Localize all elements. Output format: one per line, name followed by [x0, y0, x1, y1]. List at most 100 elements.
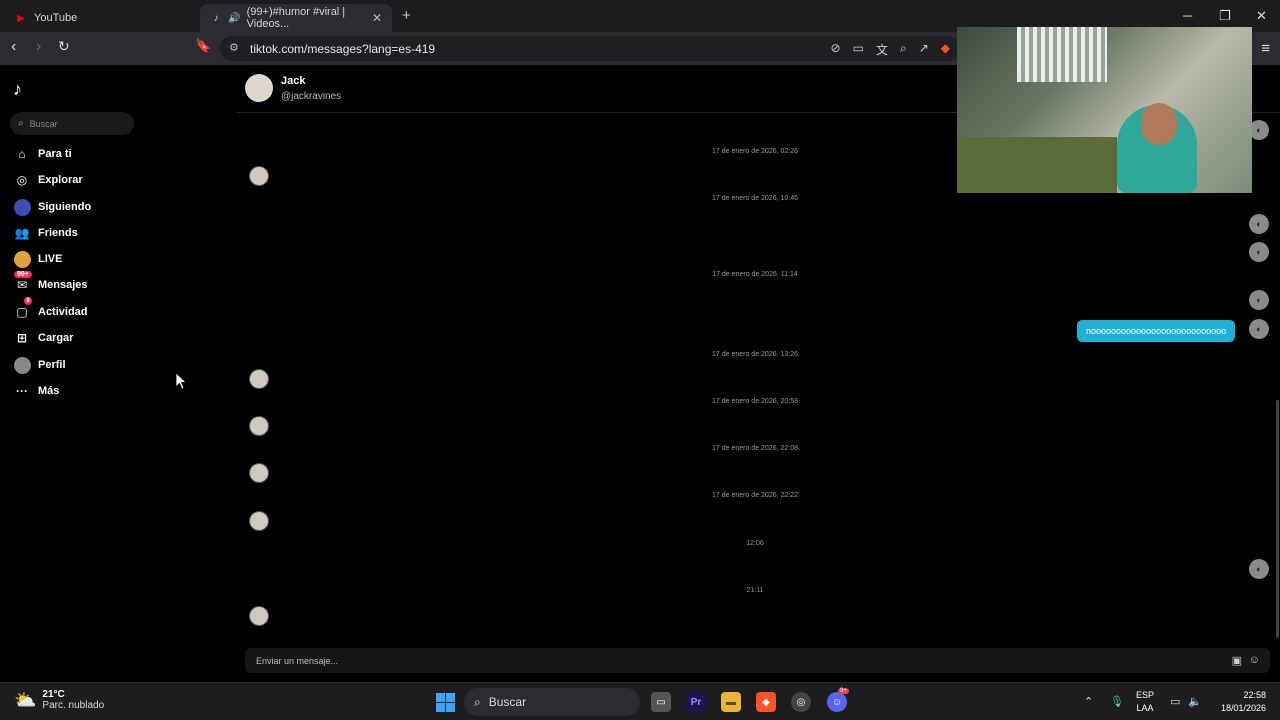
- tiktok-sidebar: ♪ ⌕ Buscar ⌂ Para ti ◎ Explorar Siguiend…: [0, 65, 236, 682]
- language-primary: ESP: [1136, 690, 1155, 700]
- own-message-avatar[interactable]: ◐: [1249, 319, 1269, 339]
- tiktok-icon: ♪: [213, 12, 219, 24]
- cast-icon[interactable]: ▭: [853, 41, 864, 58]
- sidebar-item-perfil[interactable]: Perfil: [12, 355, 66, 375]
- sidebar-item-actividad[interactable]: ▢ 9 Actividad: [12, 297, 88, 322]
- message-timestamp: 21:11: [746, 587, 764, 594]
- new-tab-icon[interactable]: +: [402, 7, 411, 24]
- zoom-icon[interactable]: ⌕: [900, 41, 907, 58]
- own-message-avatar[interactable]: ◐: [1249, 214, 1269, 234]
- contact-avatar[interactable]: [245, 74, 273, 102]
- message-timestamp: 17 de enero de 2026, 20:58: [711, 398, 799, 405]
- share-icon[interactable]: ↗: [919, 41, 929, 58]
- minimize-icon[interactable]: ─: [1183, 8, 1192, 23]
- messages-badge: 99+: [14, 271, 32, 278]
- own-message-avatar[interactable]: ◐: [1249, 290, 1269, 310]
- sidebar-item-mas[interactable]: ··· Más: [12, 381, 59, 401]
- weather-widget[interactable]: ⛅ 21°C Parc. nublado: [14, 689, 104, 711]
- network-icon[interactable]: ▭: [1170, 695, 1180, 708]
- sidebar-item-cargar[interactable]: ⊞ Cargar: [12, 328, 74, 348]
- clock-date: 18/01/2026: [1220, 703, 1266, 713]
- file-explorer-icon[interactable]: ▬: [721, 692, 741, 712]
- back-icon[interactable]: ‹: [11, 38, 16, 56]
- weather-condition: Parc. nublado: [42, 700, 105, 711]
- cloud-sun-icon: ⛅: [14, 689, 37, 710]
- sent-message-bubble[interactable]: nooooooooooooooooooooooooooo: [1077, 320, 1236, 342]
- taskbar-search-label: Buscar: [488, 695, 527, 709]
- menu-icon[interactable]: ≡: [1261, 40, 1270, 57]
- sidebar-item-label: Mensajes: [38, 279, 88, 291]
- window-close-icon[interactable]: ✕: [1256, 8, 1267, 24]
- contact-message-avatar[interactable]: [249, 511, 269, 531]
- sidebar-item-label: Siguiendo: [38, 201, 92, 213]
- volume-icon[interactable]: 🔈: [1188, 695, 1202, 708]
- sidebar-item-live[interactable]: LIVE: [12, 249, 62, 269]
- weather-temp: 21°C: [42, 689, 65, 700]
- tab-label: (99+)#humor #viral | Videos...: [246, 6, 346, 30]
- maximize-icon[interactable]: ❐: [1219, 8, 1231, 24]
- own-message-avatar[interactable]: ◐: [1249, 559, 1269, 579]
- tab-tiktok[interactable]: ♪ 🔊 (99+)#humor #viral | Videos... ✕: [200, 4, 392, 32]
- tray-expand-icon[interactable]: ⌃: [1084, 695, 1093, 708]
- no-video-icon[interactable]: ⊘: [831, 41, 841, 58]
- bookmark-icon[interactable]: 🔖: [195, 38, 211, 54]
- sidebar-item-friends[interactable]: 👥 Friends: [12, 223, 78, 243]
- mouse-cursor-icon: [176, 373, 187, 389]
- sidebar-item-label: Cargar: [38, 332, 74, 344]
- message-timestamp: 17 de enero de 2026, 22:08: [711, 445, 799, 452]
- messages-icon: ✉ 99+: [12, 271, 32, 295]
- message-timestamp: 17 de enero de 2026, 10:46: [711, 195, 799, 202]
- activity-badge: 9: [24, 297, 32, 305]
- close-tab-icon[interactable]: ✕: [372, 11, 382, 25]
- language-indicator[interactable]: ESP LAA: [1136, 689, 1154, 715]
- contact-message-avatar[interactable]: [249, 369, 269, 389]
- contact-message-avatar[interactable]: [249, 416, 269, 436]
- sidebar-item-mensajes[interactable]: ✉ 99+ Mensajes: [12, 271, 88, 295]
- search-icon: ⌕: [18, 118, 24, 129]
- tiktok-logo-icon[interactable]: ♪: [13, 79, 22, 100]
- emoji-icon[interactable]: ☺: [1249, 654, 1260, 666]
- home-icon: ⌂: [18, 147, 26, 161]
- message-timestamp: 17 de enero de 2026, 13:26: [711, 351, 799, 358]
- system-clock[interactable]: 22:58 18/01/2026: [1212, 689, 1266, 715]
- sidebar-item-siguiendo[interactable]: Siguiendo: [12, 197, 91, 217]
- clock-time: 22:58: [1243, 690, 1266, 700]
- message-timestamp: 17 de enero de 2026, 22:22: [711, 492, 799, 499]
- contact-message-avatar[interactable]: [249, 463, 269, 483]
- contact-handle[interactable]: @jackravines: [281, 91, 341, 102]
- message-timestamp: 12:06: [746, 540, 764, 547]
- site-info-icon[interactable]: ⚙: [229, 41, 239, 54]
- search-placeholder: Buscar: [29, 118, 58, 129]
- task-view-icon[interactable]: ▭: [651, 692, 671, 712]
- compass-icon: ◎: [16, 173, 28, 187]
- own-message-avatar[interactable]: ◐: [1249, 242, 1269, 262]
- brave-browser-icon[interactable]: ◆: [756, 692, 776, 712]
- chat-scrollbar[interactable]: [1276, 400, 1279, 638]
- sidebar-item-label: Para ti: [38, 148, 72, 160]
- youtube-icon: ▶: [17, 12, 25, 24]
- contact-message-avatar[interactable]: [249, 606, 269, 626]
- search-input[interactable]: ⌕ Buscar: [10, 112, 134, 135]
- windows-start-icon[interactable]: [436, 693, 455, 712]
- contact-name[interactable]: Jack: [281, 75, 305, 87]
- contact-message-avatar[interactable]: [249, 166, 269, 186]
- sidebar-item-label: Perfil: [38, 359, 66, 371]
- webcam-overlay: [957, 27, 1252, 193]
- translate-icon[interactable]: 文: [876, 41, 888, 58]
- premiere-pro-icon[interactable]: Pr: [686, 692, 706, 712]
- obs-icon[interactable]: ◎: [791, 692, 811, 712]
- sidebar-item-para-ti[interactable]: ⌂ Para ti: [12, 144, 72, 164]
- forward-icon[interactable]: ›: [36, 38, 41, 56]
- image-attach-icon[interactable]: ▣: [1232, 654, 1242, 667]
- discord-icon[interactable]: ☺: [827, 692, 847, 712]
- reload-icon[interactable]: ↻: [58, 38, 70, 55]
- own-message-avatar[interactable]: ◐: [1249, 120, 1269, 140]
- sidebar-item-explorar[interactable]: ◎ Explorar: [12, 170, 83, 190]
- message-timestamp: 17 de enero de 2026, 02:26: [711, 148, 799, 155]
- upload-plus-icon: ⊞: [16, 331, 28, 345]
- brave-shield-icon[interactable]: ◆: [941, 41, 950, 58]
- taskbar-search[interactable]: ⌕ Buscar: [464, 688, 640, 716]
- tab-youtube[interactable]: ▶ YouTube: [4, 4, 196, 32]
- microphone-icon[interactable]: 🎙: [1110, 695, 1124, 708]
- message-input[interactable]: Enviar un mensaje... ▣ ☺: [245, 648, 1270, 673]
